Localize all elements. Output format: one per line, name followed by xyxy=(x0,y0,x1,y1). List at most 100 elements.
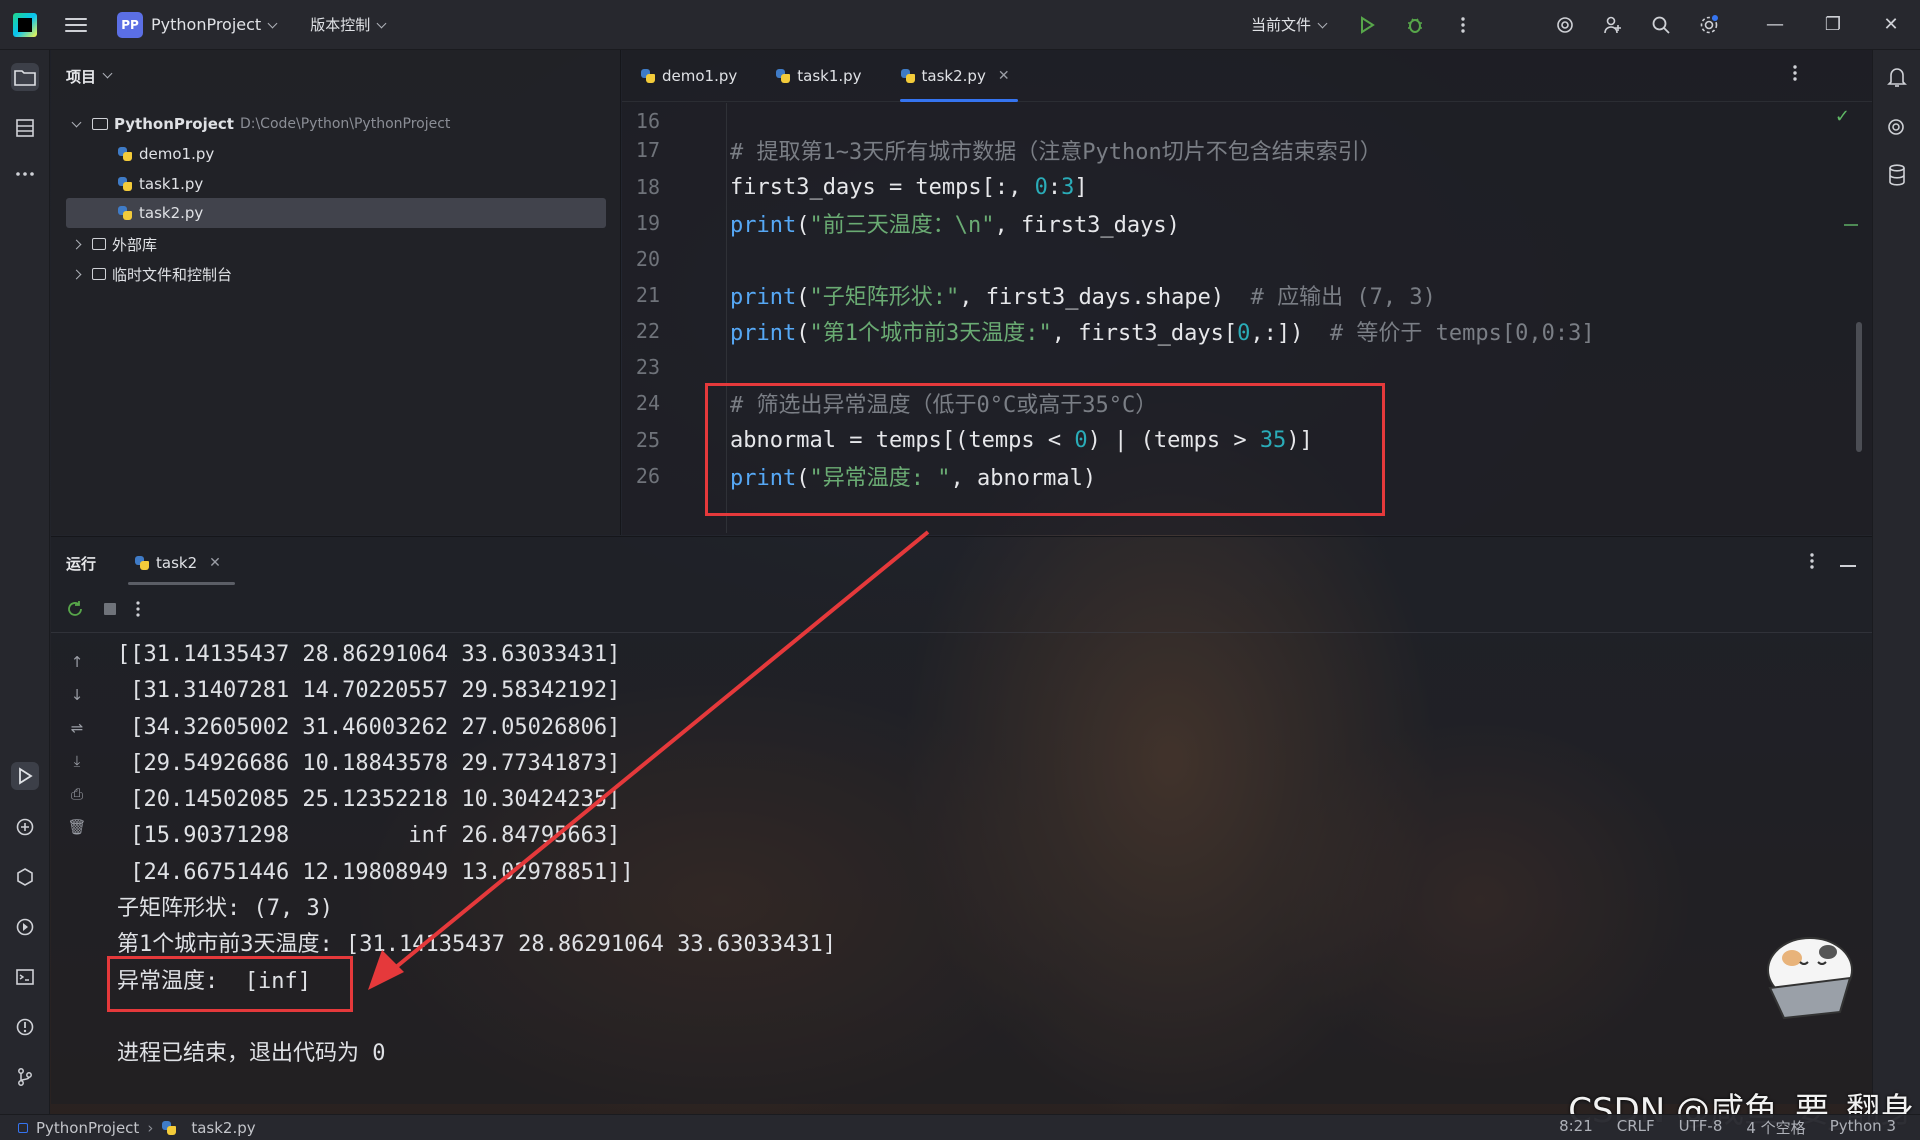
ai-assistant-icon[interactable] xyxy=(1554,14,1576,36)
python-file-icon xyxy=(775,68,791,84)
file-name: task1.py xyxy=(139,175,204,193)
vcs-menu[interactable]: 版本控制 xyxy=(310,14,387,35)
caret-position[interactable]: 8:21 xyxy=(1559,1117,1593,1138)
run-panel-title: 运行 xyxy=(66,554,97,573)
chevron-down-icon xyxy=(267,18,278,29)
tree-scratches[interactable]: 临时文件和控制台 xyxy=(51,260,611,288)
scroll-to-end-icon[interactable]: ⤓ xyxy=(66,744,88,777)
run-panel: 运行 task2 ✕ ↑ ↓ ⇌ ⤓ ⎙ 🗑 [[31.14135437 28.8… xyxy=(51,536,1872,1104)
more-run-actions-icon[interactable] xyxy=(136,600,140,621)
code-text: print("子矩阵形状:", first3_days.shape) # 应输出… xyxy=(730,285,1436,310)
run-config-selector[interactable]: 当前文件 xyxy=(1251,14,1328,35)
run-tab-task2[interactable]: task2 ✕ xyxy=(128,537,235,589)
tree-external-libraries[interactable]: 外部库 xyxy=(51,230,611,258)
add-user-icon[interactable] xyxy=(1602,14,1624,36)
git-branch-icon[interactable] xyxy=(11,1063,39,1091)
code-line: 23 xyxy=(622,349,1822,385)
tree-file-demo1[interactable]: demo1.py xyxy=(51,140,611,168)
tab-demo1[interactable]: demo1.py xyxy=(622,50,757,102)
code-line: 17 # 提取第1~3天所有城市数据（注意Python切片不包含结束索引） xyxy=(622,132,1822,168)
soft-wrap-icon[interactable]: ⇌ xyxy=(66,711,88,744)
project-folder-icon[interactable] xyxy=(11,63,39,91)
scratches-label: 临时文件和控制台 xyxy=(112,265,233,284)
tab-task2[interactable]: task2.py ✕ xyxy=(882,50,1030,102)
python-file-icon xyxy=(900,68,916,84)
project-switcher[interactable]: PythonProject xyxy=(151,15,278,34)
terminal-icon[interactable] xyxy=(11,963,39,991)
run-tool-icon[interactable] xyxy=(11,762,39,790)
tree-file-task1[interactable]: task1.py xyxy=(51,170,611,198)
module-icon xyxy=(18,1122,28,1133)
chevron-down-icon xyxy=(1317,18,1328,29)
tab-task1[interactable]: task1.py xyxy=(757,50,881,102)
database-icon[interactable] xyxy=(1885,163,1909,187)
code-comment: # 提取第1~3天所有城市数据（注意Python切片不包含结束索引） xyxy=(730,140,1382,165)
hide-panel-icon[interactable] xyxy=(1840,554,1856,572)
services-icon[interactable] xyxy=(11,913,39,941)
indent-setting[interactable]: 4 个空格 xyxy=(1746,1117,1805,1138)
breadcrumb: PythonProject › task2.py xyxy=(18,1119,256,1137)
expand-arrow-icon[interactable] xyxy=(71,269,82,279)
chevron-right-icon: › xyxy=(147,1118,154,1137)
pycharm-logo-icon xyxy=(13,12,37,37)
project-panel: 项目 PythonProject D:\Code\Python\PythonPr… xyxy=(51,50,621,535)
run-toolbar xyxy=(51,589,1872,633)
problems-icon[interactable] xyxy=(11,1013,39,1041)
project-panel-header[interactable]: 项目 xyxy=(51,50,620,102)
right-tool-strip xyxy=(1872,50,1920,1115)
python-packages-icon[interactable] xyxy=(11,813,39,841)
scroll-up-icon[interactable]: ↑ xyxy=(66,645,88,678)
settings-gear-icon[interactable] xyxy=(1698,14,1720,36)
close-tab-icon[interactable]: ✕ xyxy=(209,555,221,571)
line-number: 16 xyxy=(635,109,660,133)
stop-icon[interactable] xyxy=(102,601,118,621)
structure-icon[interactable] xyxy=(11,114,39,142)
close-window-button[interactable]: ✕ xyxy=(1862,0,1920,50)
rerun-icon[interactable] xyxy=(66,600,84,622)
clear-trash-icon[interactable]: 🗑 xyxy=(66,810,88,843)
chevron-down-icon xyxy=(102,68,113,78)
run-options-icon[interactable] xyxy=(1810,552,1814,574)
code-line: 21 print("子矩阵形状:", first3_days.shape) # 应… xyxy=(622,277,1822,313)
search-icon[interactable] xyxy=(1650,14,1672,36)
print-icon[interactable]: ⎙ xyxy=(66,777,88,810)
more-actions-icon[interactable] xyxy=(1452,14,1474,36)
output-line: [31.31407281 14.70220557 29.58342192] xyxy=(117,678,621,704)
chevron-down-icon xyxy=(376,18,387,29)
tab-label: task2.py xyxy=(921,66,986,85)
restore-button[interactable]: ❐ xyxy=(1804,0,1862,50)
ai-chat-icon[interactable] xyxy=(1885,115,1909,139)
run-panel-header: 运行 task2 ✕ xyxy=(51,537,1872,589)
line-number: 20 xyxy=(635,247,660,271)
expand-arrow-icon[interactable] xyxy=(71,117,82,127)
python-file-icon xyxy=(134,555,150,571)
line-separator[interactable]: CRLF xyxy=(1617,1117,1655,1138)
root-path: D:\Code\Python\PythonProject xyxy=(239,116,451,132)
run-tab-label: task2 xyxy=(156,554,198,572)
tabs-more-icon[interactable] xyxy=(1793,64,1797,86)
expand-arrow-icon[interactable] xyxy=(71,239,82,249)
notifications-bell-icon[interactable] xyxy=(1885,65,1909,89)
file-encoding[interactable]: UTF-8 xyxy=(1679,1117,1723,1138)
status-bar: PythonProject › task2.py 8:21 CRLF UTF-8… xyxy=(0,1114,1920,1140)
debug-icon[interactable] xyxy=(1404,14,1426,36)
output-line: [29.54926686 10.18843578 29.77341873] xyxy=(117,750,621,776)
editor-tabs: demo1.py task1.py task2.py ✕ xyxy=(622,50,1872,102)
left-tool-strip xyxy=(0,50,50,1115)
breadcrumb-file[interactable]: task2.py xyxy=(191,1119,255,1137)
line-number: 25 xyxy=(635,428,660,452)
tree-root-project[interactable]: PythonProject D:\Code\Python\PythonProje… xyxy=(51,110,611,138)
run-icon[interactable] xyxy=(1356,14,1378,36)
minimize-button[interactable]: — xyxy=(1746,0,1804,50)
output-line: [34.32605002 31.46003262 27.05026806] xyxy=(117,714,621,740)
library-icon xyxy=(92,238,106,250)
interpreter[interactable]: Python 3 xyxy=(1830,1117,1896,1138)
close-tab-icon[interactable]: ✕ xyxy=(998,68,1010,84)
scroll-down-icon[interactable]: ↓ xyxy=(66,678,88,711)
tree-file-task2[interactable]: task2.py xyxy=(66,198,606,228)
more-tools-icon[interactable] xyxy=(11,160,39,188)
breadcrumb-project[interactable]: PythonProject xyxy=(36,1119,139,1137)
main-menu-icon[interactable] xyxy=(65,17,87,32)
line-number: 22 xyxy=(635,319,660,343)
python-console-icon[interactable] xyxy=(11,863,39,891)
